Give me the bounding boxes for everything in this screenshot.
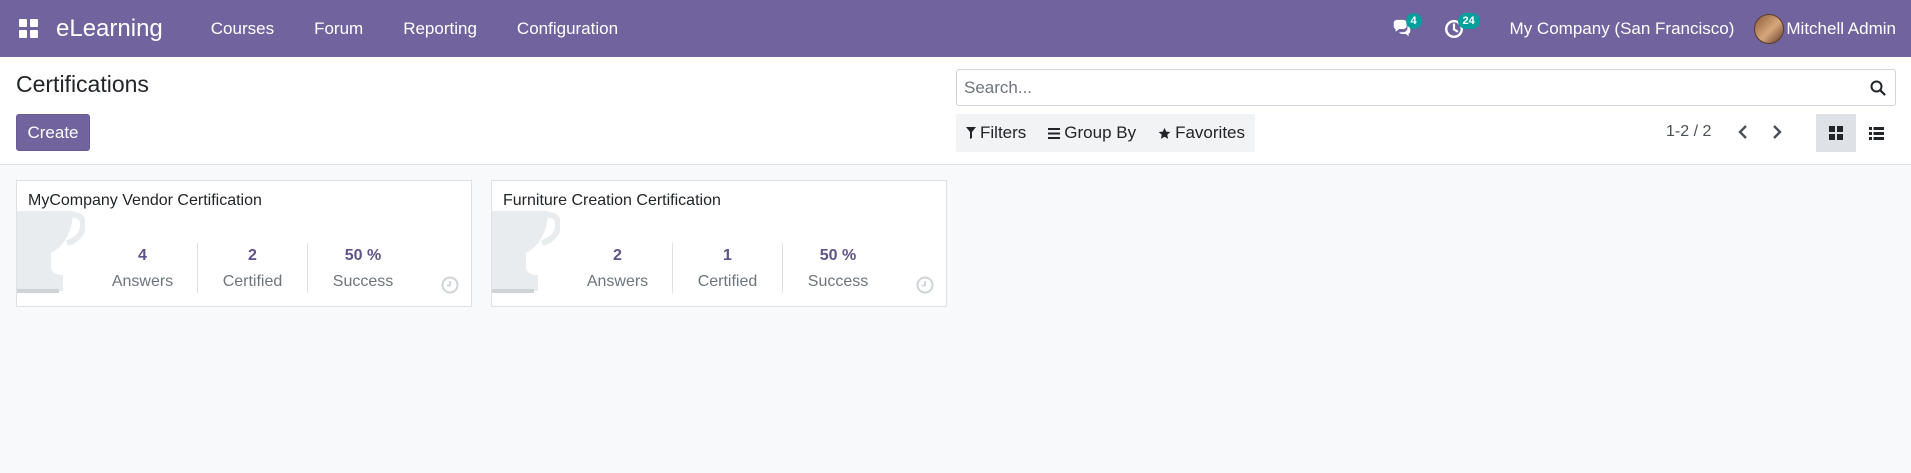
filters-label: Filters [980, 123, 1027, 142]
pager-previous-button[interactable] [1730, 119, 1756, 145]
kanban-view: MyCompany Vendor Certification 4 Answers… [0, 166, 1911, 473]
stat-label: Success [807, 273, 869, 290]
create-button[interactable]: Create [16, 114, 90, 151]
group-by-label: Group By [1064, 123, 1137, 142]
control-panel: Certifications Create Filters Group By [0, 57, 1911, 165]
stat-label: Answers [111, 273, 174, 290]
stat-value: 4 [138, 247, 147, 264]
stat-label: Certified [697, 273, 758, 290]
activity-menu[interactable]: 24 [1428, 0, 1480, 57]
kanban-view-button[interactable] [1816, 114, 1856, 152]
filters-button[interactable]: Filters [966, 123, 1026, 143]
stat-label: Success [332, 273, 394, 290]
messaging-menu[interactable]: 4 [1376, 0, 1428, 57]
company-switcher[interactable]: My Company (San Francisco) [1480, 19, 1755, 39]
stat-label: Answers [586, 273, 649, 290]
avatar [1754, 13, 1785, 44]
trophy-icon [17, 211, 85, 293]
stat-success[interactable]: 50 % Success [783, 243, 893, 293]
chevron-left-icon [1738, 125, 1747, 139]
stat-answers[interactable]: 2 Answers [563, 243, 673, 293]
favorites-button[interactable]: Favorites [1158, 123, 1245, 143]
card-stats: 2 Answers 1 Certified 50 % Success [563, 243, 893, 293]
search-icon [1870, 80, 1886, 96]
page-title: Certifications [16, 71, 149, 97]
menu-item-forum[interactable]: Forum [294, 0, 383, 57]
systray: 4 24 My Company (San Francisco) Mitchell… [1376, 0, 1911, 57]
user-menu[interactable]: Mitchell Admin [1754, 13, 1911, 44]
list-view-button[interactable] [1856, 114, 1896, 152]
trophy-icon [492, 211, 560, 293]
pager-value[interactable]: 1-2 / 2 [1666, 123, 1711, 141]
stat-label: Certified [222, 273, 283, 290]
stat-answers[interactable]: 4 Answers [88, 243, 198, 293]
stat-value: 2 [248, 247, 257, 264]
stat-value: 50 % [819, 247, 857, 264]
activities-count-badge: 24 [1457, 13, 1480, 29]
stat-value: 50 % [344, 247, 382, 264]
search-bar [956, 69, 1896, 106]
bars-icon [1048, 127, 1061, 139]
activity-clock-icon[interactable] [441, 276, 459, 294]
menu-item-reporting[interactable]: Reporting [383, 0, 497, 57]
stat-success[interactable]: 50 % Success [308, 243, 418, 293]
search-button[interactable] [1861, 70, 1895, 105]
chevron-right-icon [1773, 125, 1782, 139]
stat-value: 2 [613, 247, 622, 264]
card-stats: 4 Answers 2 Certified 50 % Success [88, 243, 418, 293]
pager-next-button[interactable] [1764, 119, 1790, 145]
activity-clock-icon[interactable] [916, 276, 934, 294]
card-title: MyCompany Vendor Certification [28, 192, 262, 209]
filter-icon [966, 127, 976, 139]
top-navbar: eLearning Courses Forum Reporting Config… [0, 0, 1911, 57]
kanban-card[interactable]: MyCompany Vendor Certification 4 Answers… [16, 180, 472, 307]
card-title: Furniture Creation Certification [503, 192, 721, 209]
stat-certified[interactable]: 1 Certified [673, 243, 783, 293]
group-by-button[interactable]: Group By [1048, 123, 1136, 143]
menu-item-configuration[interactable]: Configuration [497, 0, 638, 57]
search-options: Filters Group By Favorites [956, 114, 1256, 152]
list-icon [1868, 126, 1884, 140]
app-brand[interactable]: eLearning [56, 15, 163, 43]
kanban-card[interactable]: Furniture Creation Certification 2 Answe… [491, 180, 947, 307]
app-menu-button[interactable] [0, 0, 56, 57]
favorites-label: Favorites [1175, 123, 1246, 142]
user-name: Mitchell Admin [1786, 18, 1896, 38]
search-input[interactable] [957, 70, 1861, 105]
apps-grid-icon [18, 19, 38, 38]
messages-count-badge: 4 [1405, 13, 1422, 29]
kanban-grid-icon [1829, 126, 1843, 140]
stat-certified[interactable]: 2 Certified [198, 243, 308, 293]
menu-item-courses[interactable]: Courses [191, 0, 294, 57]
stat-value: 1 [723, 247, 732, 264]
star-icon [1158, 127, 1171, 139]
